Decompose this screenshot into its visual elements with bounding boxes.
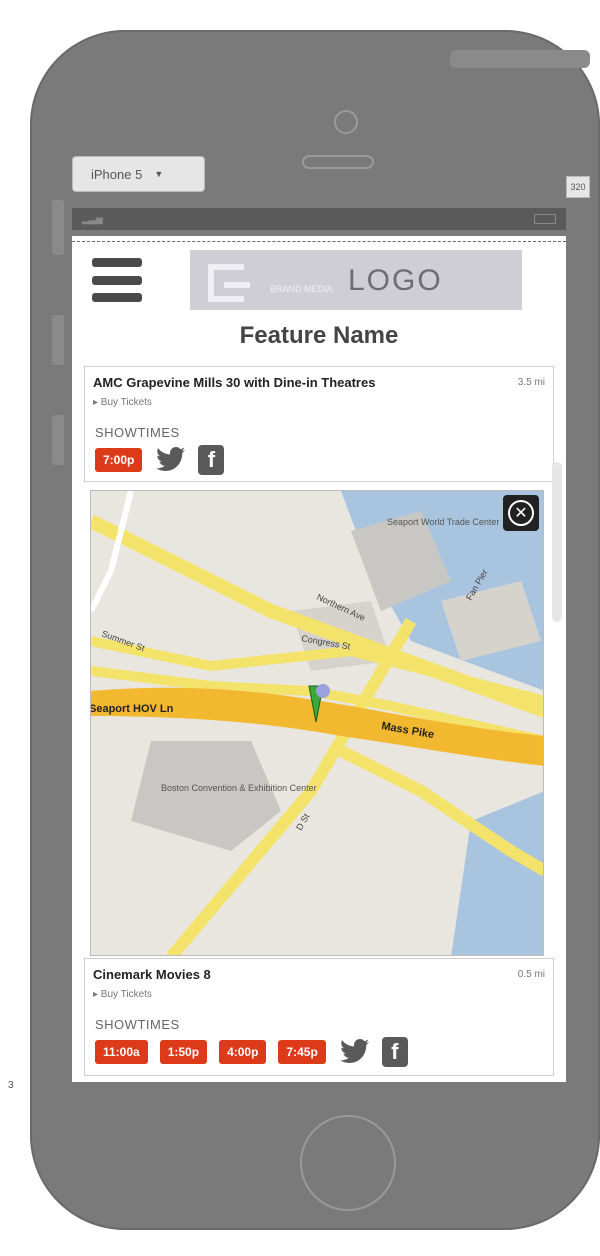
- device-selector[interactable]: iPhone 5 ▼: [72, 156, 205, 192]
- buy-tickets-link[interactable]: ▸ Buy Tickets: [93, 397, 152, 408]
- map-close-button[interactable]: ✕: [503, 495, 539, 531]
- map-pin-icon: [316, 684, 330, 698]
- scrollbar[interactable]: [552, 462, 562, 622]
- map-label: Seaport HOV Ln: [91, 703, 174, 715]
- facebook-icon[interactable]: f: [381, 1037, 408, 1067]
- device-name: iPhone 5: [91, 166, 143, 182]
- theater-name[interactable]: AMC Grapevine Mills 30 with Dine-in Thea…: [93, 375, 375, 390]
- ruler: [72, 236, 566, 242]
- twitter-icon[interactable]: [154, 447, 186, 473]
- twitter-icon[interactable]: [338, 1039, 370, 1065]
- logo-subtext: BRAND MEDIA: [270, 284, 333, 294]
- map-label: Boston Convention & Exhibition Center: [161, 783, 317, 793]
- power-button: [450, 50, 590, 68]
- chevron-down-icon: ▼: [154, 169, 164, 179]
- menu-icon[interactable]: [92, 258, 142, 302]
- theater-card: AMC Grapevine Mills 30 with Dine-in Thea…: [84, 366, 554, 482]
- logo-text: LOGO: [348, 264, 443, 297]
- showtimes-row: 11:00a 1:50p 4:00p 7:45p f: [95, 1037, 408, 1067]
- volume-down-button: [52, 415, 64, 465]
- device-preview: iPhone 5 ▼ 320 3 ▂▃▅ BRAND MEDIA LOGO Fe…: [0, 0, 600, 1256]
- buy-tickets-link[interactable]: ▸ Buy Tickets: [93, 989, 152, 1000]
- theater-distance: 3.5 mi: [517, 377, 545, 388]
- mute-switch: [52, 200, 64, 255]
- signal-icon: ▂▃▅: [82, 214, 103, 224]
- showtime-button[interactable]: 1:50p: [159, 1040, 208, 1064]
- viewport-height-label: 3: [8, 1080, 14, 1091]
- close-icon: ✕: [508, 500, 534, 526]
- page-title: Feature Name: [239, 322, 399, 349]
- map-view[interactable]: Seaport World Trade Center Northern Ave …: [90, 490, 544, 956]
- home-button[interactable]: [300, 1115, 396, 1211]
- showtime-button[interactable]: 4:00p: [219, 1040, 267, 1064]
- map-canvas: Seaport World Trade Center Northern Ave …: [91, 491, 543, 955]
- camera-icon: [334, 110, 358, 134]
- logo-mark-icon: [208, 264, 250, 302]
- viewport-width-label: 320: [566, 176, 590, 198]
- theater-distance: 0.5 mi: [517, 969, 545, 980]
- speaker-grille: [302, 155, 374, 169]
- showtime-button[interactable]: 7:00p: [95, 448, 143, 472]
- facebook-icon[interactable]: f: [198, 445, 225, 475]
- theater-card: Cinemark Movies 8 0.5 mi ▸ Buy Tickets S…: [84, 958, 554, 1076]
- showtime-button[interactable]: 11:00a: [95, 1040, 148, 1064]
- map-label: Seaport World Trade Center: [387, 517, 499, 527]
- app-screen: BRAND MEDIA LOGO Feature Name AMC Grapev…: [72, 236, 566, 1082]
- brand-logo: BRAND MEDIA LOGO: [190, 250, 522, 310]
- volume-up-button: [52, 315, 64, 365]
- showtimes-row: 7:00p f: [95, 445, 225, 475]
- showtime-button[interactable]: 7:45p: [278, 1040, 326, 1064]
- status-bar: ▂▃▅: [72, 208, 566, 230]
- showtimes-label: SHOWTIMES: [95, 1017, 180, 1032]
- theater-name[interactable]: Cinemark Movies 8: [93, 967, 211, 982]
- showtimes-label: SHOWTIMES: [95, 425, 180, 440]
- battery-icon: [534, 214, 556, 224]
